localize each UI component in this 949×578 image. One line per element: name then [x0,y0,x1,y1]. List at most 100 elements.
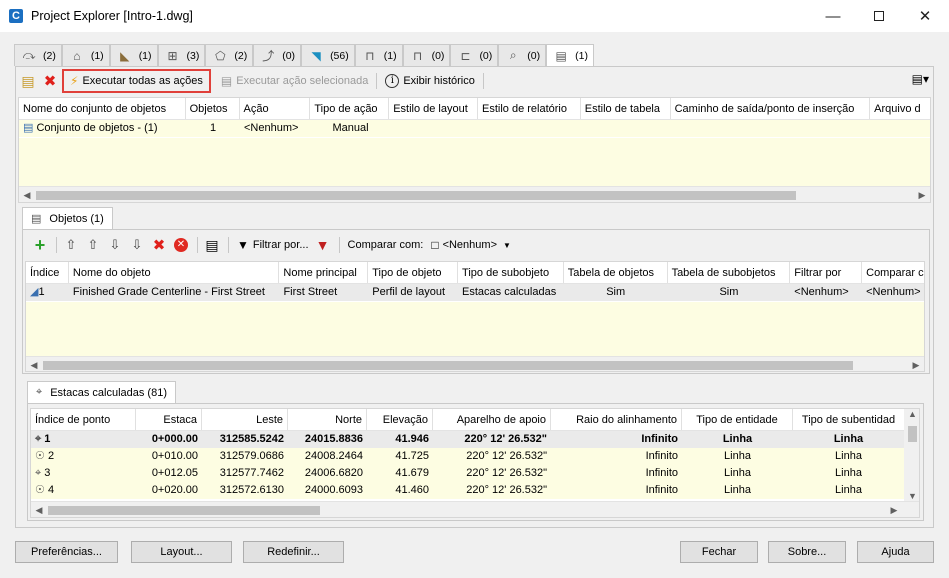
move-up-icon[interactable]: ⇧ [83,235,103,255]
compare-dropdown[interactable]: □ <Nenhum> ▼ [427,235,515,255]
scroll-left-icon[interactable]: ◀ [31,502,47,517]
toolbar-separator [56,237,57,253]
grid-options-icon[interactable]: ▤▾ [912,72,929,86]
northing-value: 24000.6093 [304,484,363,496]
scroll-thumb[interactable] [48,506,320,515]
tab-objects[interactable]: ▤ Objetos (1) [22,207,113,229]
col-subobject-table[interactable]: Tabela de subobjetos [668,262,791,283]
horizontal-scrollbar[interactable]: ◀ ▶ [31,501,919,517]
about-button[interactable]: Sobre... [768,541,846,563]
tab-sections[interactable]: ⊏ (0) [450,44,499,66]
reset-button[interactable]: Redefinir... [243,541,344,563]
new-object-set-icon[interactable]: ▤ [18,71,38,91]
col-object-table[interactable]: Tabela de objetos [564,262,668,283]
close-window-button[interactable]: ✕ [902,0,948,32]
corridor-icon: ⊞ [167,48,178,63]
tab-corridors[interactable]: ⊞ (3) [157,44,206,66]
table-row[interactable]: ◢1 Finished Grade Centerline - First Str… [26,284,924,301]
tab-calculated-stations[interactable]: ⌖ Estacas calculadas (81) [27,381,176,403]
scroll-left-icon[interactable]: ◀ [26,357,42,371]
table-row[interactable]: ☉ 4 0+020.00 312572.6130 24000.6093 41.4… [31,482,919,499]
elevation-value: 41.460 [395,484,429,496]
show-history-button[interactable]: i Exibir histórico [381,71,479,91]
run-all-actions-button[interactable]: ⚡ Executar todas as ações [62,69,211,93]
filter-by-button[interactable]: ▼ Filtrar por... [233,235,313,255]
table-row[interactable]: ⌖ 1 0+000.00 312585.5242 24015.8836 41.9… [31,431,919,448]
scroll-up-icon[interactable]: ▲ [904,409,919,419]
col-parent-name[interactable]: Nome principal [279,262,369,283]
scroll-left-icon[interactable]: ◀ [19,187,35,202]
col-point-index[interactable]: Índice de ponto [31,409,136,430]
station-value: 0+000.00 [151,433,198,445]
tab-object-sets[interactable]: ▤ (1) [546,44,594,67]
col-output-path[interactable]: Caminho de saída/ponto de inserção [671,98,871,119]
move-top-icon[interactable]: ⇧ [61,235,81,255]
horizontal-scrollbar[interactable]: ◀ ▶ [26,356,924,371]
scroll-right-icon[interactable]: ▶ [908,357,924,371]
maximize-button[interactable] [856,0,902,32]
col-subentity-type[interactable]: Tipo de subentidad [793,409,904,430]
col-subobject-type[interactable]: Tipo de subobjeto [458,262,564,283]
col-filter-by[interactable]: Filtrar por [790,262,863,283]
remove-all-icon[interactable]: ✕ [171,235,191,255]
col-table-style[interactable]: Estilo de tabela [581,98,671,119]
vertical-scrollbar[interactable]: ▲ ▼ [904,409,919,501]
tab-profiles[interactable]: ◣ (1) [109,44,158,66]
col-elevation[interactable]: Elevação [367,409,433,430]
col-radius[interactable]: Raio do alinhamento [551,409,682,430]
col-layout-style[interactable]: Estilo de layout [389,98,478,119]
remove-icon[interactable]: ✖ [149,235,169,255]
close-button[interactable]: Fechar [680,541,758,563]
bearing-value: 220° 12' 26.532" [466,467,547,479]
tab-pipe-networks[interactable]: ⊓ (1) [354,44,403,66]
table-row[interactable]: ⌖ 3 0+012.05 312577.7462 24006.6820 41.6… [31,465,919,482]
col-report-style[interactable]: Estilo de relatório [478,98,581,119]
col-object-name[interactable]: Nome do objeto [69,262,280,283]
col-station[interactable]: Estaca [136,409,202,430]
col-objects[interactable]: Objetos [186,98,240,119]
tab-points[interactable]: ◥ (56) [301,44,355,66]
col-easting[interactable]: Leste [202,409,288,430]
move-bottom-icon[interactable]: ⇩ [127,235,147,255]
tab-alignments[interactable]: ⤼ (2) [14,44,62,66]
tab-surfaces[interactable]: ⬠ (2) [205,44,254,66]
layout-button[interactable]: Layout... [131,541,232,563]
clear-filter-icon[interactable]: ▼ [313,235,333,255]
col-northing[interactable]: Norte [288,409,367,430]
table-row[interactable]: ▤ Conjunto de objetos - (1) 1 <Nenhum> M… [19,120,930,137]
tab-feature-lines[interactable]: ⤴ (0) [253,44,302,66]
radius-value: Infinito [645,467,678,479]
horizontal-scrollbar[interactable]: ◀ ▶ [19,186,930,202]
col-object-type[interactable]: Tipo de objeto [368,262,459,283]
col-action[interactable]: Ação [240,98,311,119]
scroll-right-icon[interactable]: ▶ [914,187,930,202]
add-icon[interactable]: + [30,235,50,255]
scroll-thumb[interactable] [908,426,917,442]
grid-empty-area [19,138,930,187]
scroll-down-icon[interactable]: ▼ [904,491,919,501]
run-selected-action-button[interactable]: ▤ Executar ação selecionada [217,71,372,91]
table-row[interactable]: ☉ 2 0+010.00 312579.0686 24008.2464 41.7… [31,448,919,465]
col-set-name[interactable]: Nome do conjunto de objetos [19,98,186,119]
col-entity-type[interactable]: Tipo de entidade [682,409,793,430]
delete-icon[interactable]: ✖ [40,71,60,91]
col-file[interactable]: Arquivo d [870,98,930,119]
object-subtype: Estacas calculadas [462,286,557,298]
scroll-thumb[interactable] [43,361,853,370]
minimize-button[interactable]: — [810,0,856,32]
scroll-right-icon[interactable]: ▶ [886,502,902,517]
col-compare[interactable]: Comparar c [862,262,924,283]
col-bearing[interactable]: Aparelho de apoio [433,409,551,430]
scroll-thumb[interactable] [36,191,796,200]
preferences-button[interactable]: Preferências... [15,541,118,563]
col-index[interactable]: Índice [26,262,69,283]
col-action-type[interactable]: Tipo de ação [310,98,390,119]
tab-pressure-networks[interactable]: ⊓ (0) [402,44,451,66]
elevation-value: 41.679 [395,467,429,479]
help-button[interactable]: Ajuda [857,541,934,563]
move-down-icon[interactable]: ⇩ [105,235,125,255]
tab-sites[interactable]: ⌂ (1) [61,44,110,66]
table-icon[interactable]: ▤ [202,235,222,255]
tab-views[interactable]: ⌕ (0) [498,44,547,66]
point-index-cell: ⌖ 3 [31,465,136,482]
